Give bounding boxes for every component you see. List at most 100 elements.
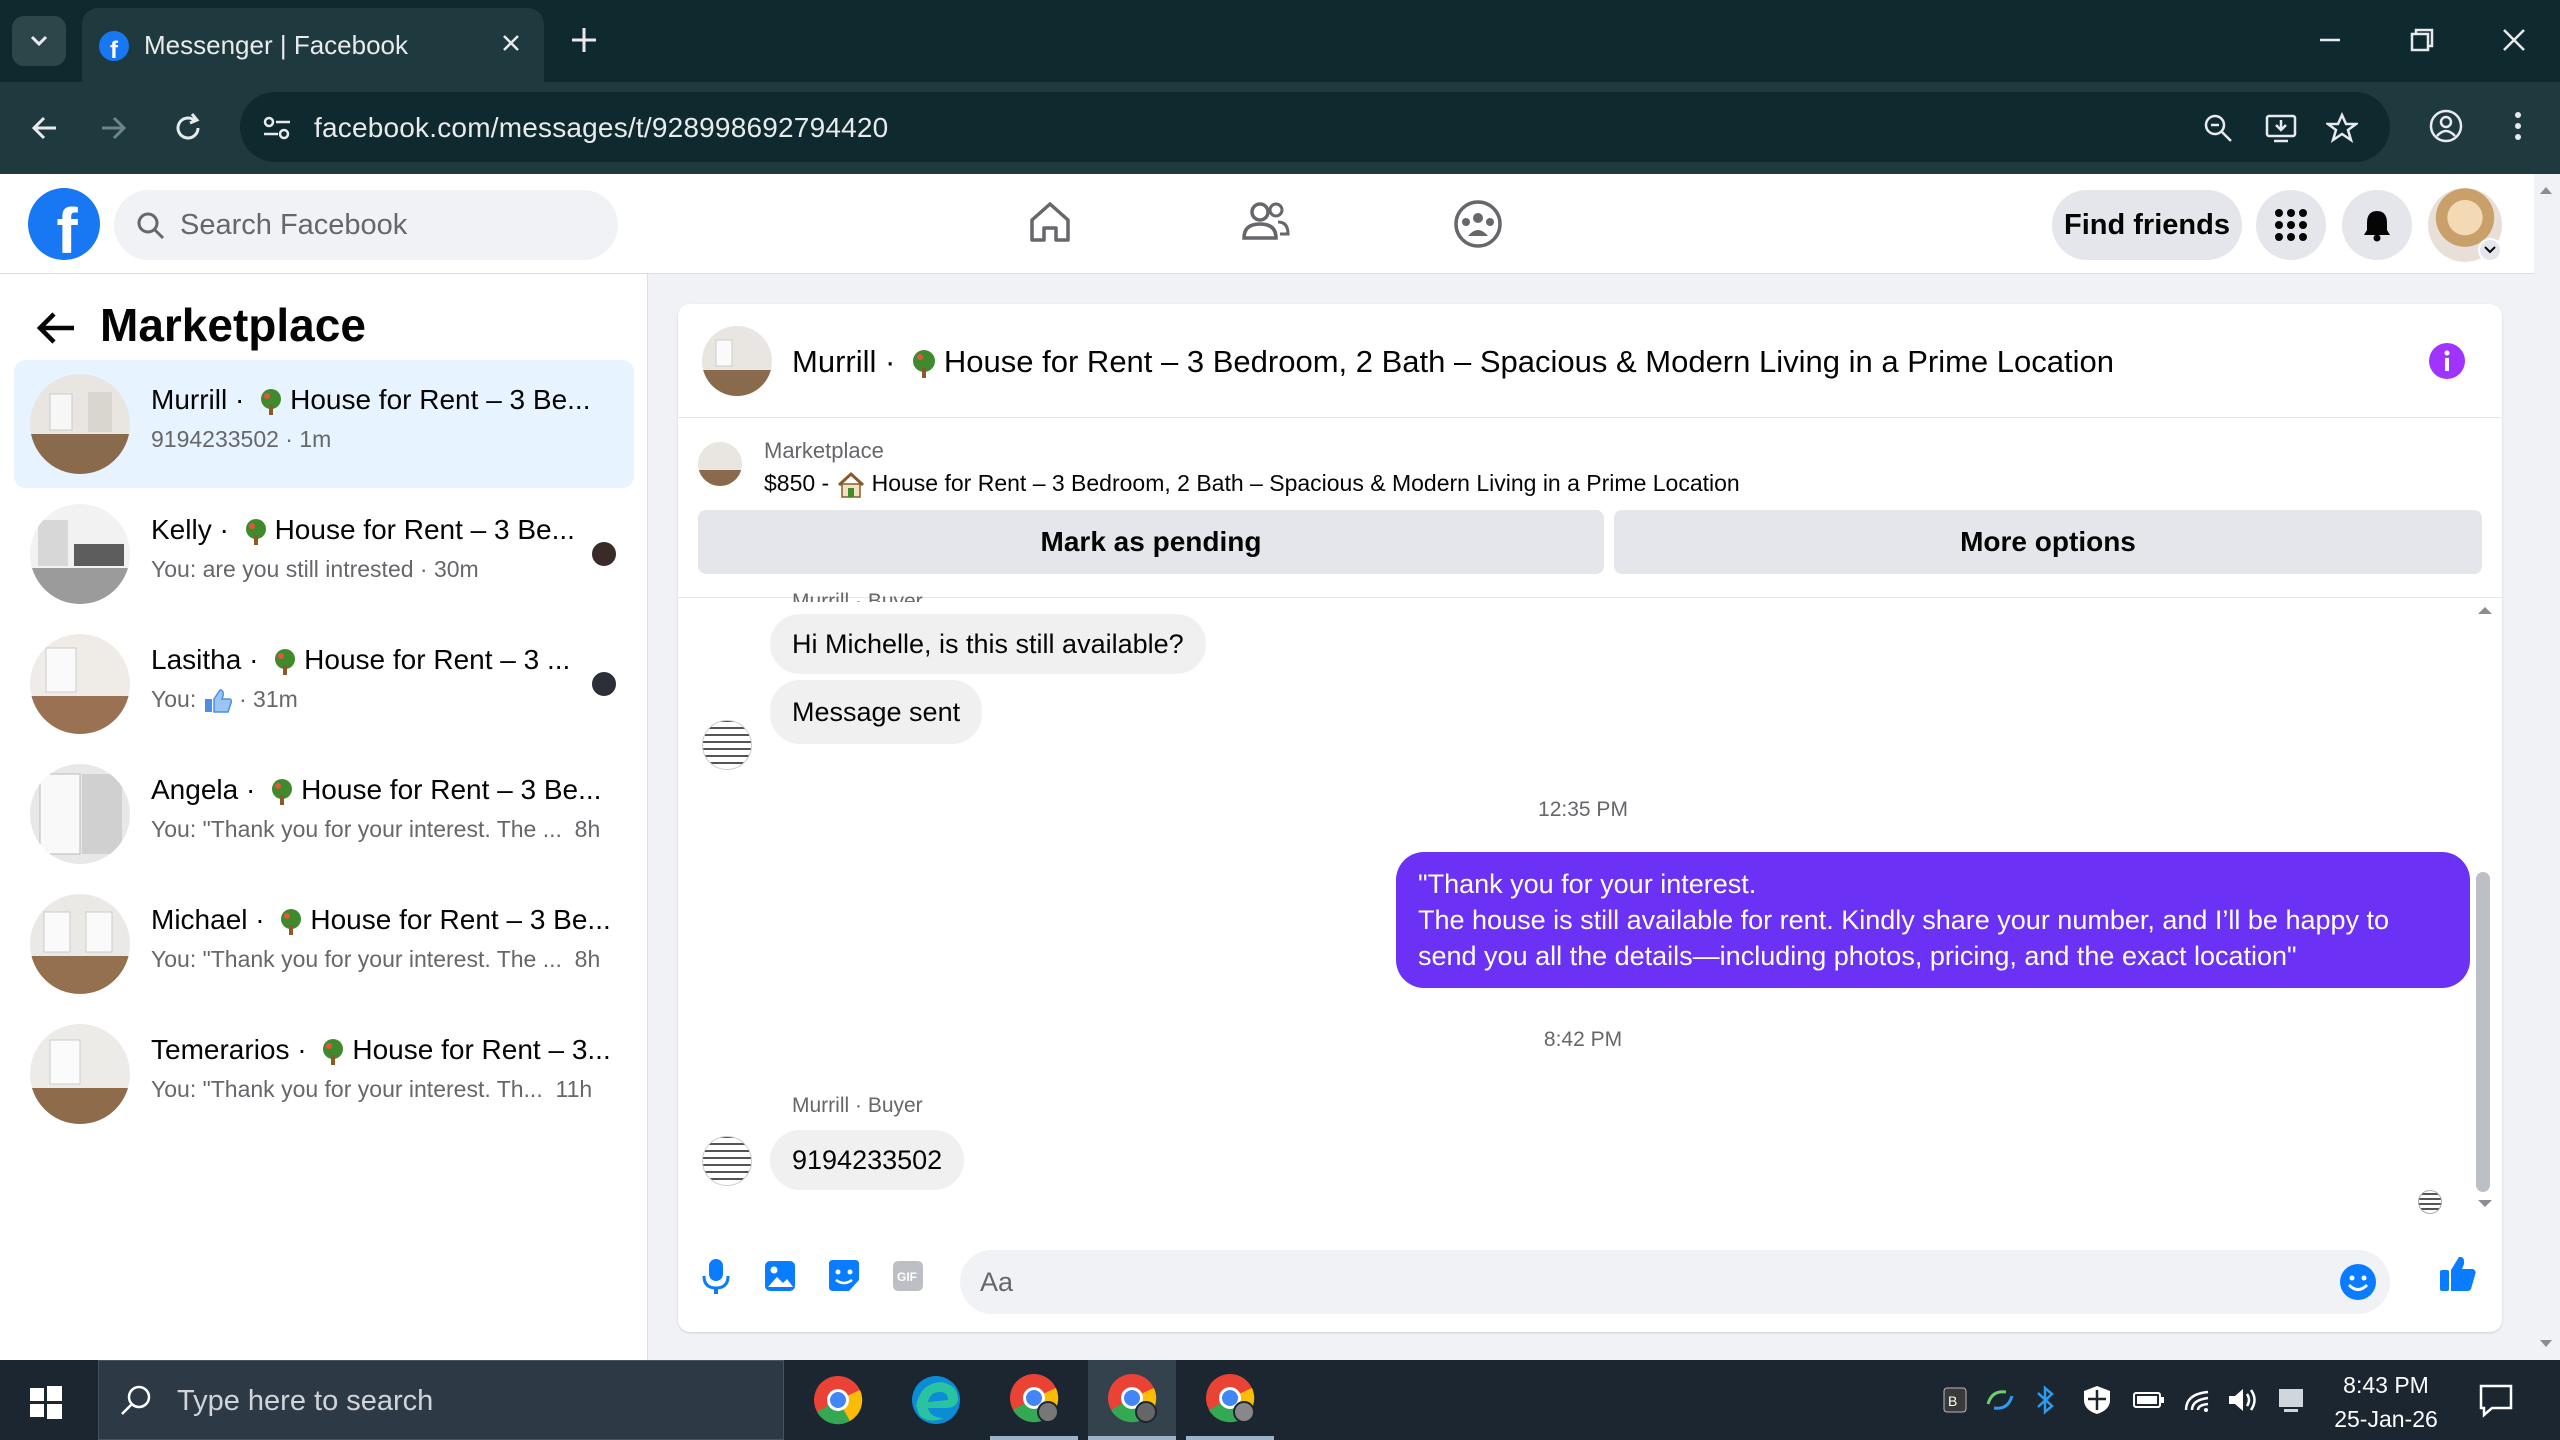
- home-icon[interactable]: [1026, 198, 1074, 246]
- tray-app-icon[interactable]: B: [1940, 1384, 1970, 1416]
- conversation-preview: You: "Thank you for your interest. The .…: [151, 946, 601, 972]
- listing-thumbnail[interactable]: [698, 442, 742, 486]
- like-thumbs-up-icon[interactable]: [2438, 1254, 2478, 1294]
- microphone-icon[interactable]: [698, 1256, 734, 1296]
- listing-source: Marketplace: [764, 438, 884, 463]
- conversation-title: Michael · House for Rent – 3 Be...: [151, 904, 611, 935]
- conversation-item-angela[interactable]: Angela · House for Rent – 3 Be... You: "…: [14, 750, 634, 878]
- chrome-active-app-icon[interactable]: [1088, 1360, 1176, 1440]
- chat-listing-avatar[interactable]: [702, 326, 772, 396]
- bookmark-star-icon[interactable]: [2326, 112, 2358, 144]
- buyer-avatar[interactable]: [702, 1136, 752, 1186]
- browser-tab-bar: f Messenger | Facebook: [0, 0, 2560, 82]
- chrome-app-icon[interactable]: [794, 1360, 882, 1440]
- scroll-up-icon[interactable]: [2476, 604, 2494, 616]
- zoom-icon[interactable]: [2202, 112, 2234, 144]
- edge-app-icon[interactable]: [892, 1360, 980, 1440]
- back-icon[interactable]: [26, 110, 62, 146]
- gif-icon[interactable]: GIF: [890, 1256, 926, 1296]
- browser-tab[interactable]: f Messenger | Facebook: [82, 8, 544, 82]
- listing-banner: Marketplace $850 - House for Rent – 3 Be…: [678, 418, 2502, 598]
- profile-icon[interactable]: [2428, 108, 2464, 144]
- conversation-preview: You: · 31m: [151, 686, 298, 713]
- taskbar-clock[interactable]: 8:43 PM 25-Jan-26: [2306, 1368, 2466, 1436]
- page-scroll-up-icon[interactable]: [2538, 184, 2554, 196]
- conversation-item-temerarios[interactable]: Temerarios · House for Rent – 3... You: …: [14, 1010, 634, 1138]
- find-friends-button[interactable]: Find friends: [2052, 190, 2242, 260]
- forward-icon[interactable]: [96, 110, 132, 146]
- tree-emoji-icon: [908, 348, 940, 380]
- conversation-item-lasitha[interactable]: Lasitha · House for Rent – 3 ... You: · …: [14, 620, 634, 748]
- clock-time: 8:43 PM: [2343, 1372, 2429, 1398]
- buyer-avatar[interactable]: [702, 720, 752, 770]
- incoming-message[interactable]: Hi Michelle, is this still available?: [770, 614, 1206, 674]
- close-tab-icon[interactable]: [496, 28, 526, 58]
- listing-description[interactable]: $850 - House for Rent – 3 Bedroom, 2 Bat…: [764, 470, 1740, 499]
- conversation-item-murrill[interactable]: Murrill · House for Rent – 3 Be... 91942…: [14, 360, 634, 488]
- conversation-title: Kelly · House for Rent – 3 Be...: [151, 514, 575, 547]
- conversation-preview: You: "Thank you for your interest. Th...…: [151, 1076, 593, 1102]
- facebook-logo-icon[interactable]: f: [28, 188, 100, 267]
- tray-sync-icon[interactable]: [1984, 1384, 2016, 1416]
- seen-avatar: [590, 540, 618, 568]
- sticker-icon[interactable]: [826, 1256, 862, 1296]
- conversation-title: Angela · House for Rent – 3 Be...: [151, 774, 602, 807]
- windows-start-icon[interactable]: [28, 1384, 64, 1420]
- bluetooth-icon[interactable]: [2034, 1384, 2058, 1416]
- tree-emoji-icon: [270, 647, 300, 677]
- incoming-message[interactable]: Message sent: [770, 680, 983, 744]
- house-emoji-icon: [836, 471, 866, 499]
- notification-center-icon[interactable]: [2478, 1382, 2514, 1418]
- mark-as-pending-button[interactable]: Mark as pending: [698, 510, 1604, 574]
- browser-menu-icon[interactable]: [2500, 108, 2536, 144]
- notifications-bell-icon[interactable]: [2342, 190, 2412, 260]
- conversation-title: Lasitha · House for Rent – 3 ...: [151, 644, 571, 677]
- info-icon[interactable]: [2428, 342, 2466, 380]
- facebook-header: f Search Facebook Find friends: [0, 174, 2534, 274]
- menu-grid-icon[interactable]: [2256, 190, 2326, 260]
- back-arrow-icon[interactable]: [36, 310, 76, 346]
- taskbar-search-input[interactable]: Type here to search: [98, 1360, 784, 1440]
- conversation-item-michael[interactable]: Michael · House for Rent – 3 Be... You: …: [14, 880, 634, 1008]
- message-line: "Thank you for your interest.: [1418, 869, 1757, 899]
- address-bar[interactable]: facebook.com/messages/t/928998692794420: [240, 92, 2390, 162]
- scroll-down-icon[interactable]: [2476, 1198, 2494, 1210]
- chat-scrollbar[interactable]: [2476, 872, 2490, 1192]
- outgoing-message[interactable]: "Thank you for your interest. The house …: [1396, 852, 2470, 988]
- emoji-icon[interactable]: [2338, 1262, 2378, 1302]
- new-tab-icon[interactable]: [566, 22, 602, 58]
- chrome-profile2-app-icon[interactable]: [1186, 1360, 1274, 1440]
- wifi-icon[interactable]: [2182, 1384, 2214, 1416]
- tab-title: Messenger | Facebook: [144, 30, 408, 60]
- url-text: facebook.com/messages/t/928998692794420: [314, 112, 889, 143]
- message-input[interactable]: Aa: [960, 1250, 2390, 1314]
- reload-icon[interactable]: [170, 110, 206, 146]
- network-device-icon[interactable]: [2276, 1384, 2306, 1416]
- site-settings-icon[interactable]: [262, 114, 292, 142]
- tree-emoji-icon: [241, 517, 271, 547]
- minimize-icon[interactable]: [2312, 22, 2348, 58]
- groups-icon[interactable]: [1452, 198, 1504, 250]
- incoming-message[interactable]: 9194233502: [770, 1130, 965, 1190]
- volume-icon[interactable]: [2226, 1384, 2260, 1416]
- conversation-item-kelly[interactable]: Kelly · House for Rent – 3 Be... You: ar…: [14, 490, 634, 618]
- close-window-icon[interactable]: [2496, 22, 2532, 58]
- account-chevron-icon[interactable]: [2478, 238, 2502, 262]
- search-icon: [119, 1383, 155, 1419]
- photo-icon[interactable]: [762, 1256, 798, 1296]
- friends-icon[interactable]: [1240, 198, 1292, 246]
- chrome-profile-app-icon[interactable]: [990, 1360, 1078, 1440]
- facebook-favicon-icon: f: [98, 30, 130, 62]
- facebook-search-input[interactable]: Search Facebook: [114, 190, 618, 260]
- install-app-icon[interactable]: [2264, 112, 2298, 144]
- tab-search-button[interactable]: [12, 16, 66, 66]
- tree-emoji-icon: [267, 777, 297, 807]
- clock-date: 25-Jan-26: [2334, 1406, 2438, 1432]
- sender-label: Murrill · Buyer: [792, 590, 923, 613]
- security-shield-icon[interactable]: [2082, 1384, 2112, 1416]
- page-scroll-down-icon[interactable]: [2538, 1338, 2554, 1350]
- more-options-button[interactable]: More options: [1614, 510, 2482, 574]
- restore-icon[interactable]: [2404, 22, 2440, 58]
- tree-emoji-icon: [256, 387, 286, 417]
- battery-icon[interactable]: [2132, 1384, 2166, 1416]
